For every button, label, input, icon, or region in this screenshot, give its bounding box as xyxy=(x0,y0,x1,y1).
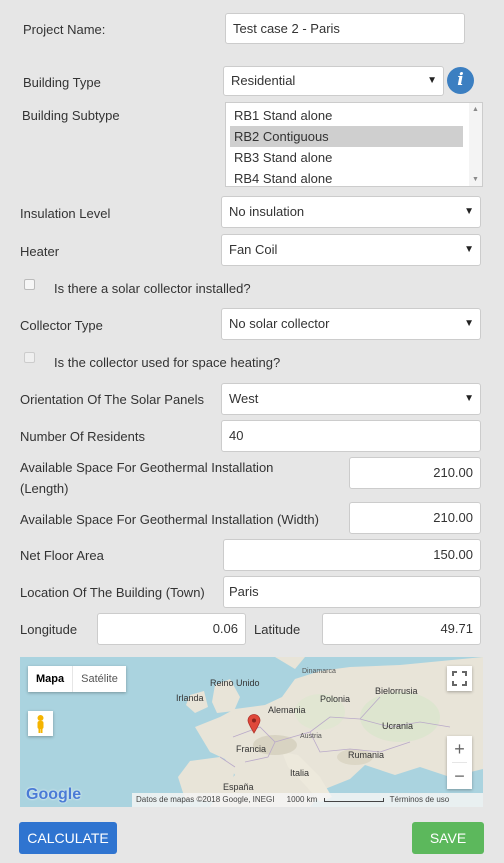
map-type-map-button[interactable]: Mapa xyxy=(28,666,72,692)
save-button[interactable]: SAVE xyxy=(412,822,484,854)
zoom-out-button[interactable]: − xyxy=(447,763,472,789)
location-label: Location Of The Building (Town) xyxy=(20,585,205,600)
floor-area-input[interactable]: 150.00 xyxy=(223,539,481,571)
space-heating-label: Is the collector used for space heating? xyxy=(54,355,281,370)
building-type-select[interactable]: Residential ▼ xyxy=(223,66,444,96)
building-subtype-label: Building Subtype xyxy=(22,108,120,123)
map-label-reino-unido: Reino Unido xyxy=(210,678,260,688)
orientation-label: Orientation Of The Solar Panels xyxy=(20,392,205,407)
insulation-level-value: No insulation xyxy=(229,204,305,219)
zoom-control[interactable]: + − xyxy=(447,736,472,789)
collector-type-select[interactable]: No solar collector ▼ xyxy=(221,308,481,340)
map-label-bielorrusia: Bielorrusia xyxy=(375,686,418,696)
map[interactable]: Mapa Satélite + − Reino Unido Irlanda Di… xyxy=(20,657,483,807)
subtype-option-rb4[interactable]: RB4 Stand alone xyxy=(230,168,463,186)
geo-width-input[interactable]: 210.00 xyxy=(349,502,481,534)
map-type-satellite-button[interactable]: Satélite xyxy=(72,666,126,692)
longitude-label: Longitude xyxy=(20,622,78,637)
map-terms-link[interactable]: Términos de uso xyxy=(390,795,450,804)
collector-type-value: No solar collector xyxy=(229,316,330,331)
map-label-italia: Italia xyxy=(290,768,310,778)
chevron-down-icon: ▼ xyxy=(464,206,474,217)
subtype-option-rb2[interactable]: RB2 Contiguous xyxy=(230,126,463,147)
map-label-alemania: Alemania xyxy=(268,705,306,715)
orientation-value: West xyxy=(229,391,259,406)
subtype-option-rb3[interactable]: RB3 Stand alone xyxy=(230,147,463,168)
map-label-dinamarca: Dinamarca xyxy=(302,668,336,675)
latitude-input[interactable]: 49.71 xyxy=(322,613,481,645)
building-subtype-listbox[interactable]: RB1 Stand alone RB2 Contiguous RB3 Stand… xyxy=(225,102,483,187)
heater-value: Fan Coil xyxy=(229,242,278,257)
calculate-button[interactable]: CALCULATE xyxy=(19,822,117,854)
map-type-control[interactable]: Mapa Satélite xyxy=(28,666,126,692)
map-attribution[interactable]: Datos de mapas ©2018 Google, INEGI xyxy=(136,795,274,804)
map-label-espana: España xyxy=(223,782,254,792)
subtype-option-rb1[interactable]: RB1 Stand alone xyxy=(230,105,463,126)
map-label-irlanda: Irlanda xyxy=(176,693,204,703)
zoom-in-button[interactable]: + xyxy=(447,736,472,762)
insulation-level-label: Insulation Level xyxy=(20,206,111,221)
map-label-francia: Francia xyxy=(236,744,267,754)
fullscreen-icon xyxy=(452,671,467,686)
scroll-up-icon[interactable]: ▲ xyxy=(472,106,479,113)
residents-label: Number Of Residents xyxy=(20,429,145,444)
map-scale-bar xyxy=(323,797,384,802)
pegman-icon xyxy=(37,715,44,733)
solar-collector-checkbox[interactable] xyxy=(24,279,35,290)
location-marker-icon[interactable] xyxy=(247,714,261,734)
map-label-ucrania: Ucrania xyxy=(382,721,414,731)
chevron-down-icon: ▼ xyxy=(464,318,474,329)
map-label-polonia: Polonia xyxy=(320,694,351,704)
collector-type-label: Collector Type xyxy=(20,318,103,333)
map-label-austria: Austria xyxy=(300,733,322,740)
building-type-value: Residential xyxy=(231,73,296,88)
map-label-rumania: Rumania xyxy=(348,750,385,760)
project-name-label: Project Name: xyxy=(23,22,106,37)
geo-width-label: Available Space For Geothermal Installat… xyxy=(20,512,319,527)
street-view-button[interactable] xyxy=(28,711,53,736)
geo-length-label-line1: Available Space For Geothermal Installat… xyxy=(20,460,274,475)
scroll-down-icon[interactable]: ▼ xyxy=(472,176,479,183)
insulation-level-select[interactable]: No insulation ▼ xyxy=(221,196,481,228)
chevron-down-icon: ▼ xyxy=(464,244,474,255)
fullscreen-button[interactable] xyxy=(447,666,472,691)
geo-length-input[interactable]: 210.00 xyxy=(349,457,481,489)
map-footer: Datos de mapas ©2018 Google, INEGI 1000 … xyxy=(132,793,483,807)
listbox-scrollbar[interactable]: ▲ ▼ xyxy=(469,103,482,186)
residents-input[interactable]: 40 xyxy=(221,420,481,452)
longitude-input[interactable]: 0.06 xyxy=(97,613,246,645)
heater-label: Heater xyxy=(20,244,60,259)
floor-area-label: Net Floor Area xyxy=(20,548,104,563)
latitude-label: Latitude xyxy=(254,622,301,637)
chevron-down-icon: ▼ xyxy=(464,393,474,404)
heater-select[interactable]: Fan Coil ▼ xyxy=(221,234,481,266)
chevron-down-icon: ▼ xyxy=(427,75,437,86)
location-input[interactable]: Paris xyxy=(223,576,481,608)
project-name-input[interactable]: Test case 2 - Paris xyxy=(225,13,465,44)
map-scale-label: 1000 km xyxy=(286,795,318,804)
info-icon[interactable]: i xyxy=(447,67,474,94)
space-heating-checkbox[interactable] xyxy=(24,352,35,363)
orientation-select[interactable]: West ▼ xyxy=(221,383,481,415)
solar-collector-label: Is there a solar collector installed? xyxy=(54,281,251,296)
building-type-label: Building Type xyxy=(23,75,101,90)
geo-length-label-line2: (Length) xyxy=(20,481,69,496)
google-logo: Google xyxy=(26,786,82,803)
